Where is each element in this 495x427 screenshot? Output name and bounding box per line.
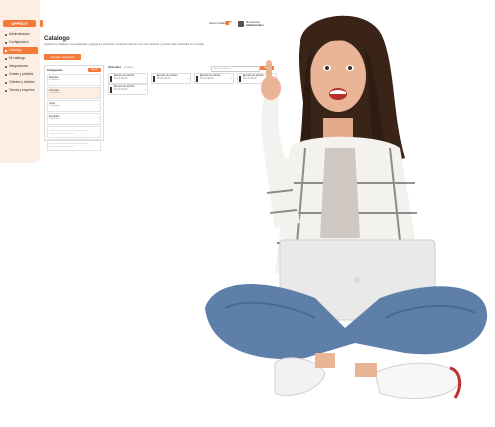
cart-icon xyxy=(5,73,7,76)
chevron-right-icon: › xyxy=(98,102,99,106)
sidebar-item-label: Integraciones xyxy=(9,64,29,68)
sidebar: APPSOT Administracion Configuracion Cata… xyxy=(0,0,40,163)
product-price: Precio $0.00 xyxy=(157,76,171,80)
categories-panel: Categorías Nuevo Bebidas 4 productos › A… xyxy=(44,65,104,151)
product-price: Precio $0.00 xyxy=(114,87,128,91)
chevron-right-icon: › xyxy=(98,76,99,80)
new-category-button[interactable]: Nuevo xyxy=(88,67,101,72)
category-count: 1 producto xyxy=(49,118,60,120)
products-title: Artículos xyxy=(108,65,122,69)
product-thumbnail xyxy=(110,86,112,93)
sidebar-item-label: Configuracion xyxy=(9,40,29,44)
product-thumbnail xyxy=(153,75,155,82)
category-placeholder xyxy=(47,126,101,138)
product-thumbnail xyxy=(196,75,198,82)
product-card[interactable]: Ejemplo de artículoPrecio $0.00 › xyxy=(108,73,148,84)
sidebar-item-configuracion[interactable]: Configuracion xyxy=(3,39,38,46)
sidebar-item-label: Mi catalogo xyxy=(9,56,26,60)
chevron-right-icon: › xyxy=(145,87,146,91)
category-item[interactable]: Bebidas 4 productos › xyxy=(47,74,101,86)
product-thumbnail xyxy=(110,75,112,82)
page-title: Catalogo xyxy=(44,36,70,42)
plug-icon xyxy=(5,65,7,68)
sidebar-item-administracion[interactable]: Administracion xyxy=(3,31,38,38)
sidebar-item-catalogo[interactable]: Catalogo xyxy=(3,47,38,54)
sidebar-item-mi-catalogo[interactable]: Mi catalogo xyxy=(3,55,38,62)
category-count: 3 productos xyxy=(49,92,61,94)
admin-icon xyxy=(5,33,7,36)
woman-with-laptop-photo xyxy=(205,15,488,400)
sidebar-item-integraciones[interactable]: Integraciones xyxy=(3,63,38,70)
sidebar-item-tienda[interactable]: Tienda y empresa xyxy=(3,87,38,94)
add-category-button[interactable]: Agregar categorías xyxy=(44,54,81,60)
brand-logo[interactable]: APPSOT xyxy=(3,20,36,27)
products-count: 4 items xyxy=(123,65,134,69)
sidebar-item-ventas[interactable]: Ventas y pedidos xyxy=(3,71,38,78)
chevron-right-icon: › xyxy=(145,76,146,80)
chevron-right-icon: › xyxy=(98,115,99,119)
list-icon xyxy=(5,57,7,60)
users-icon xyxy=(5,81,7,84)
sidebar-item-label: Administracion xyxy=(9,32,30,36)
catalog-icon xyxy=(5,49,7,52)
chevron-right-icon: › xyxy=(188,76,189,80)
category-placeholder xyxy=(47,139,101,151)
category-count: 4 productos xyxy=(49,79,61,81)
chevron-right-icon: › xyxy=(98,89,99,93)
product-price: Precio $0.00 xyxy=(114,76,128,80)
gear-icon xyxy=(5,41,7,44)
categories-header: Categorías Nuevo xyxy=(45,66,103,73)
sidebar-item-label: Ventas y pedidos xyxy=(9,72,34,76)
sidebar-item-label: Clientes y clientes xyxy=(9,80,35,84)
store-icon xyxy=(5,89,7,92)
product-card[interactable]: Ejemplo de artículoPrecio $0.00 › xyxy=(108,84,148,95)
category-item[interactable]: Entradas 1 producto › xyxy=(47,113,101,125)
sidebar-item-label: Tienda y empresa xyxy=(9,88,35,92)
sidebar-nav: Administracion Configuracion Catalogo Mi… xyxy=(3,31,38,95)
product-card[interactable]: Ejemplo de artículoPrecio $0.00 › xyxy=(151,73,191,84)
category-count: 2 productos xyxy=(49,105,61,107)
category-item[interactable]: Otros 2 productos › xyxy=(47,100,101,112)
sidebar-item-clientes[interactable]: Clientes y clientes xyxy=(3,79,38,86)
collapse-sidebar-button[interactable] xyxy=(40,20,43,27)
page-description: Organiza tu catálogo, crea categorías y … xyxy=(44,43,205,46)
category-item[interactable]: Artículos 3 productos › xyxy=(47,87,101,99)
sidebar-item-label: Catalogo xyxy=(9,48,22,52)
categories-title: Categorías xyxy=(47,67,63,72)
